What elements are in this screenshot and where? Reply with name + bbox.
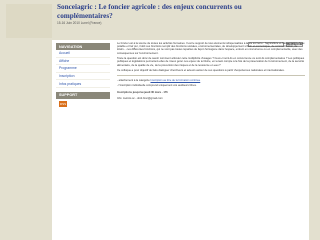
- sidebar-item-programme[interactable]: Programme: [56, 65, 110, 73]
- page-subtitle: 15-16 Juin 2010 Lunel (France): [57, 21, 102, 25]
- sidebar-item-accueil[interactable]: Accueil: [56, 50, 110, 58]
- registration-line: - attachement à la catégorie Inscription…: [117, 79, 305, 82]
- deadline-text: Inscriptions jusqu'au jeudi 30 mars - 17…: [117, 91, 168, 95]
- article-paragraph: Ce colloque a pour objectif de faire dia…: [117, 69, 285, 73]
- sidebar-item-inscription[interactable]: Inscription: [56, 72, 110, 81]
- sidebar-item-infos-pratiques[interactable]: Infos pratiques: [56, 80, 110, 88]
- registration-prefix: - attachement à la catégorie: [117, 78, 150, 82]
- sidebar: NAVIGATION Accueil Affiche Programme Ins…: [56, 42, 110, 110]
- support-icons: RSS: [56, 99, 110, 110]
- rss-feed-icon[interactable]: RSS: [59, 100, 67, 107]
- article-paragraph: Toute la question est donc de savoir com…: [117, 57, 305, 67]
- nav-title: NAVIGATION: [56, 43, 110, 50]
- sidebar-item-affiche[interactable]: Affiche: [56, 57, 110, 66]
- registration-note: - l'inscription individuelle comprend un…: [117, 84, 197, 88]
- article-content: Le foncier est à la source de toutes les…: [117, 42, 305, 102]
- page-title: Sonceiagric : Le foncier agricole : des …: [57, 3, 242, 20]
- divider: [117, 74, 305, 76]
- page-header: Sonceiagric : Le foncier agricole : des …: [0, 0, 320, 42]
- site-logo[interactable]: [6, 4, 52, 38]
- support-title: SUPPORT: [56, 91, 110, 99]
- registration-link[interactable]: Inscription au titre de la formation con…: [150, 79, 200, 82]
- article-paragraph: Le foncier est à la source de toutes les…: [117, 42, 305, 55]
- contact-text: Info: metrics.sc - droit.fonc@gmail.com: [117, 96, 163, 100]
